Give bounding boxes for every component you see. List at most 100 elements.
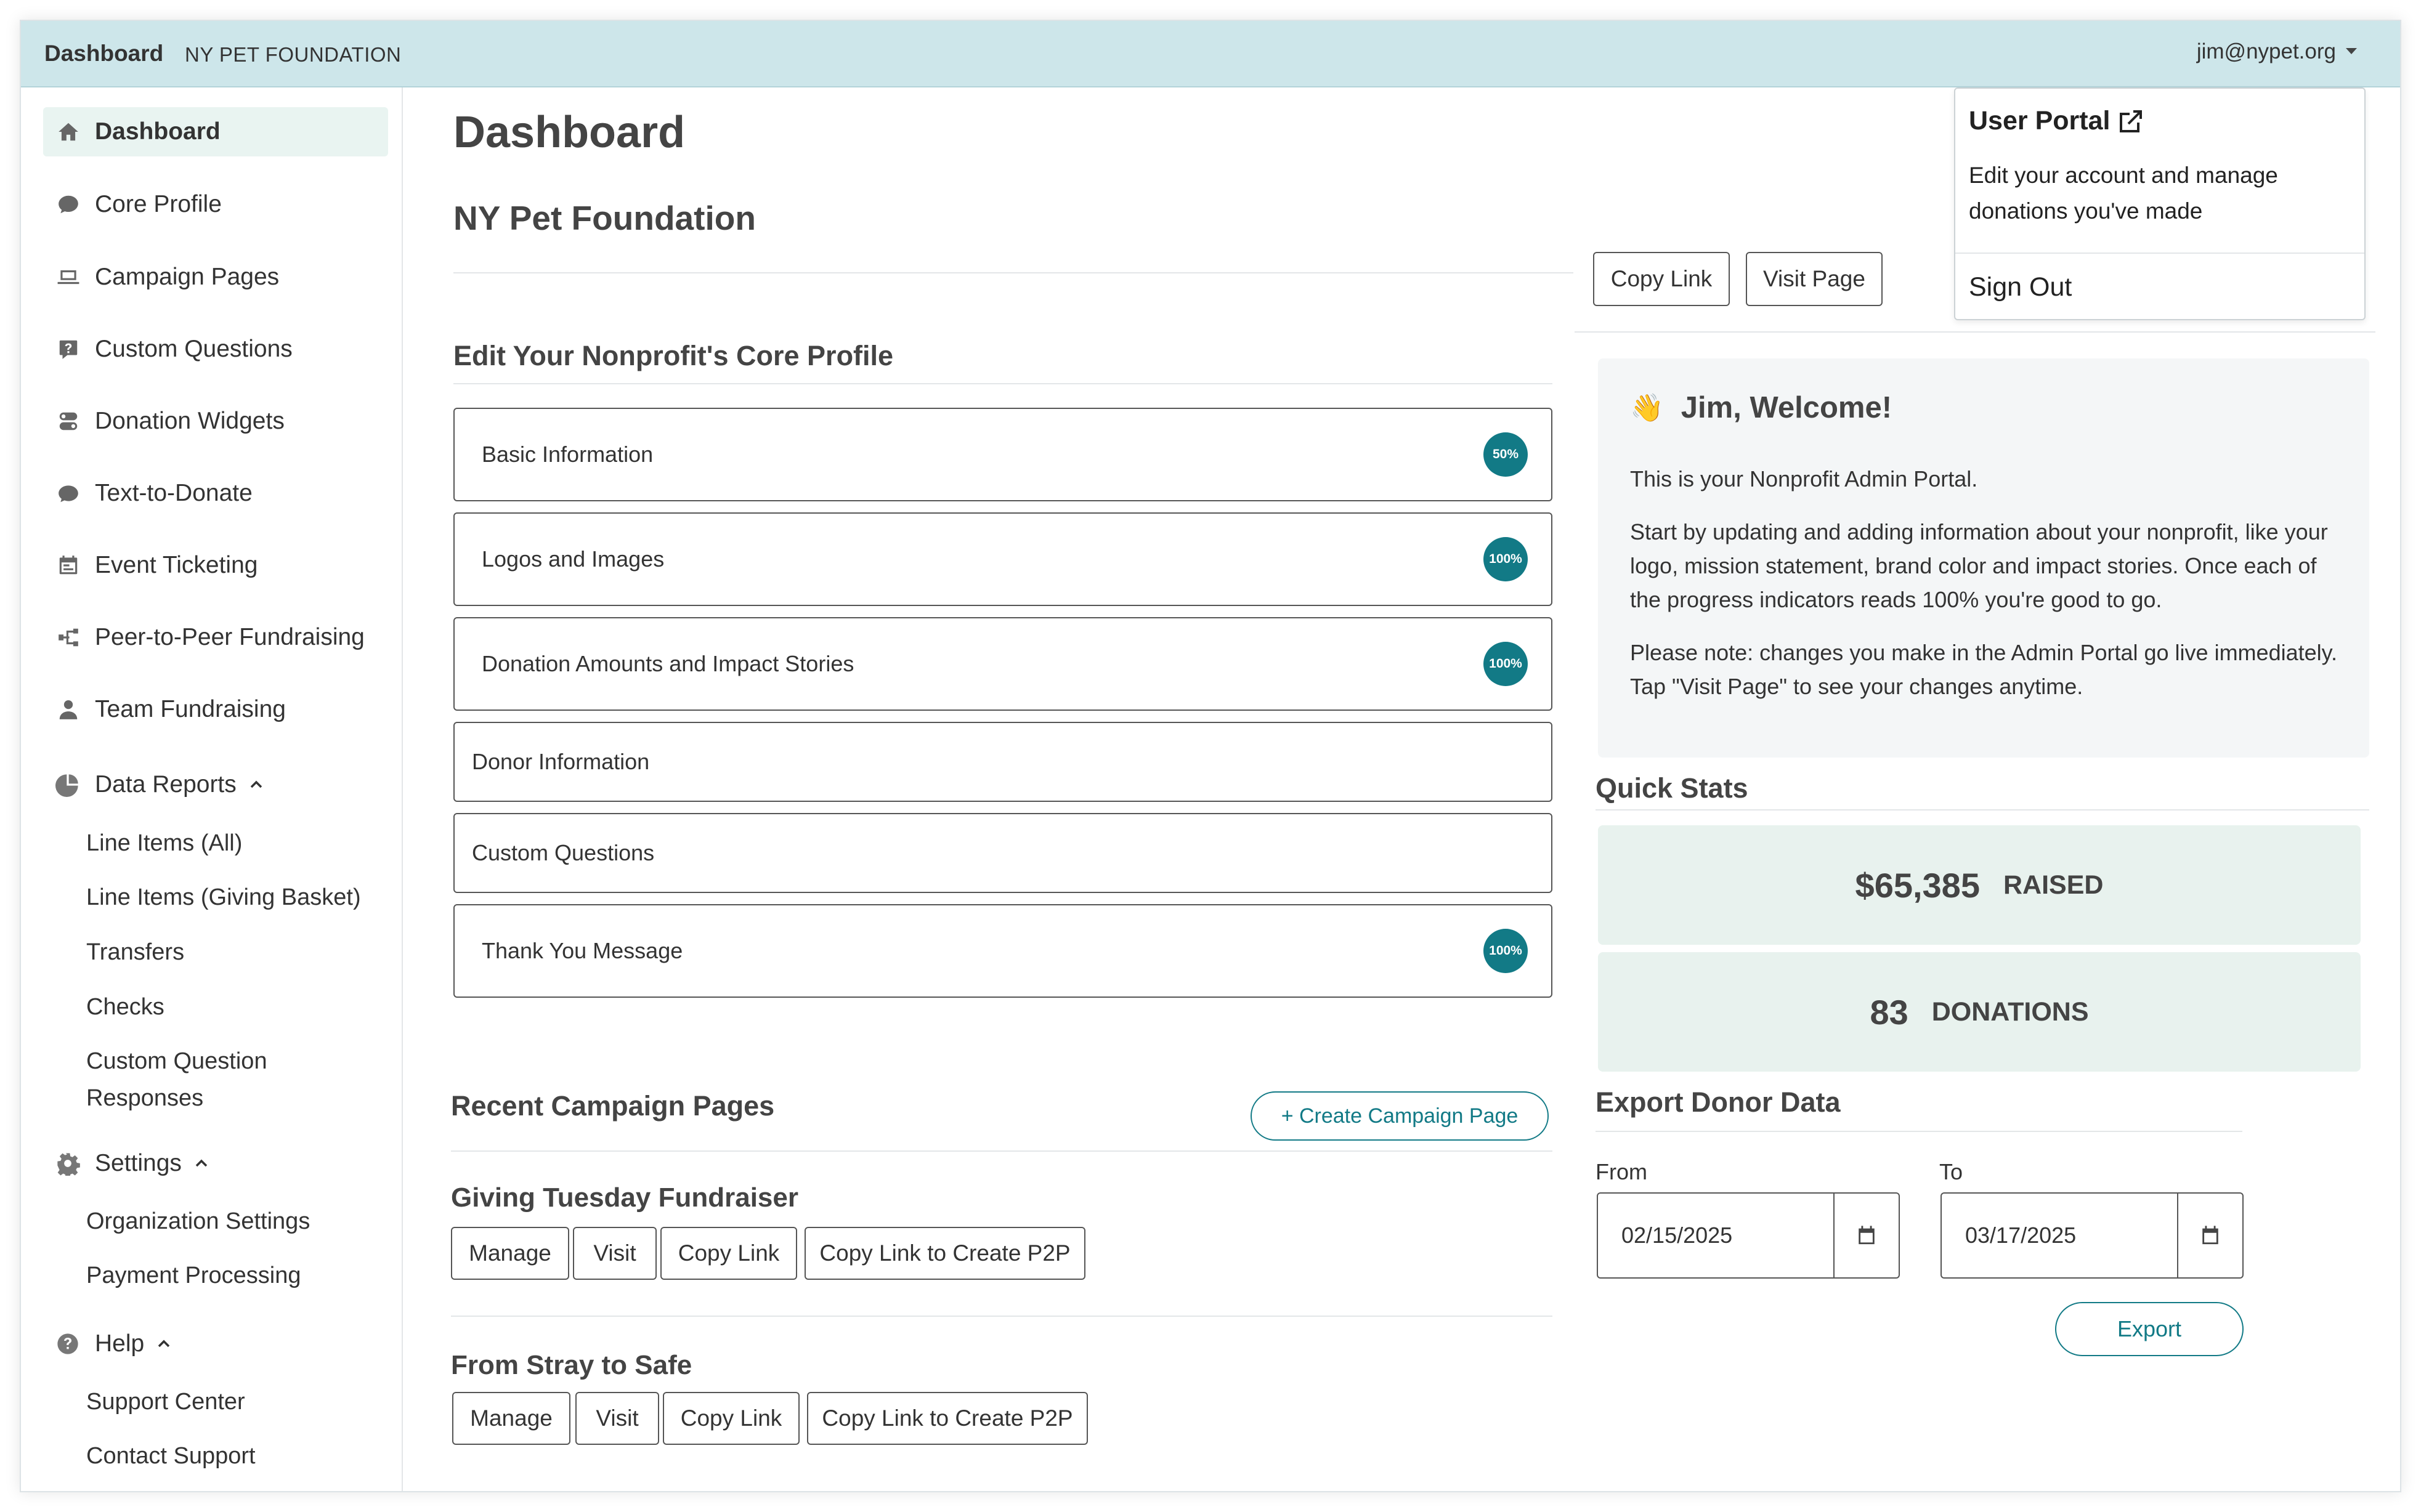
sidebar: Dashboard Core Profile Campaign Pages Cu… bbox=[21, 87, 403, 1491]
sidebar-sub-checks[interactable]: Checks bbox=[86, 988, 164, 1025]
divider bbox=[1955, 253, 2364, 254]
sidebar-section-help[interactable]: Help bbox=[54, 1330, 171, 1357]
sidebar-section-data-reports[interactable]: Data Reports bbox=[54, 771, 264, 798]
sidebar-item-label: Campaign Pages bbox=[95, 264, 280, 290]
stat-raised: $65,385 RAISED bbox=[1598, 825, 2361, 945]
stat-value: 83 bbox=[1870, 992, 1908, 1032]
org-title: NY Pet Foundation bbox=[453, 199, 756, 237]
sidebar-item-custom-questions[interactable]: Custom Questions bbox=[43, 325, 388, 374]
stat-label: DONATIONS bbox=[1931, 997, 2089, 1027]
chevron-up-icon bbox=[250, 780, 262, 788]
sidebar-item-label: Dashboard bbox=[95, 118, 221, 145]
laptop-icon bbox=[54, 263, 83, 291]
sidebar-sub-responses[interactable]: Responses bbox=[86, 1080, 203, 1117]
toggles-icon bbox=[54, 407, 83, 435]
copy-p2p-link-button[interactable]: Copy Link to Create P2P bbox=[807, 1392, 1088, 1445]
section-label: Settings bbox=[95, 1150, 182, 1176]
caret-down-icon bbox=[2346, 47, 2357, 54]
to-date-field[interactable]: 03/17/2025 bbox=[1940, 1192, 2244, 1279]
sidebar-item-label: Donation Widgets bbox=[95, 408, 285, 434]
divider bbox=[1596, 1131, 2242, 1132]
sign-out-link[interactable]: Sign Out bbox=[1969, 272, 2072, 302]
manage-button[interactable]: Manage bbox=[452, 1392, 570, 1445]
core-item-label: Donor Information bbox=[472, 749, 650, 774]
gear-icon bbox=[54, 1150, 81, 1177]
section-label: Help bbox=[95, 1330, 145, 1357]
sidebar-item-core-profile[interactable]: Core Profile bbox=[43, 180, 388, 229]
core-item-logos-images[interactable]: Logos and Images 100% bbox=[453, 512, 1552, 606]
stat-donations: 83 DONATIONS bbox=[1598, 952, 2361, 1072]
sidebar-sub-line-items-giving-basket[interactable]: Line Items (Giving Basket) bbox=[86, 879, 361, 916]
chevron-up-icon bbox=[158, 1340, 170, 1348]
sidebar-item-peer-to-peer[interactable]: Peer-to-Peer Fundraising bbox=[43, 613, 388, 662]
core-item-custom-questions[interactable]: Custom Questions bbox=[453, 813, 1552, 893]
copy-link-button[interactable]: Copy Link bbox=[1593, 252, 1730, 306]
sidebar-sub-contact-support[interactable]: Contact Support bbox=[86, 1437, 256, 1474]
user-menu-toggle[interactable]: jim@nypet.org bbox=[2197, 39, 2357, 64]
core-item-basic-information[interactable]: Basic Information 50% bbox=[453, 408, 1552, 501]
visit-button[interactable]: Visit bbox=[575, 1392, 659, 1445]
campaign-title: Giving Tuesday Fundraiser bbox=[451, 1183, 798, 1213]
calendar-icon[interactable] bbox=[2177, 1194, 2242, 1277]
create-campaign-page-button[interactable]: + Create Campaign Page bbox=[1251, 1091, 1549, 1141]
app-window: Dashboard NY PET FOUNDATION jim@nypet.or… bbox=[20, 20, 2401, 1492]
visit-button[interactable]: Visit bbox=[573, 1227, 657, 1280]
to-date-value: 03/17/2025 bbox=[1965, 1223, 2077, 1248]
sidebar-item-dashboard[interactable]: Dashboard bbox=[43, 107, 388, 156]
copy-link-button[interactable]: Copy Link bbox=[663, 1392, 800, 1445]
core-item-donation-amounts[interactable]: Donation Amounts and Impact Stories 100% bbox=[453, 617, 1552, 711]
sidebar-section-settings[interactable]: Settings bbox=[54, 1150, 209, 1177]
core-item-label: Basic Information bbox=[482, 442, 654, 467]
message-icon bbox=[54, 479, 83, 507]
sidebar-item-label: Team Fundraising bbox=[95, 696, 286, 722]
stat-value: $65,385 bbox=[1855, 865, 1980, 905]
external-link-icon bbox=[2120, 110, 2143, 132]
sidebar-item-text-to-donate[interactable]: Text-to-Donate bbox=[43, 469, 388, 518]
manage-button[interactable]: Manage bbox=[451, 1227, 569, 1280]
export-button[interactable]: Export bbox=[2055, 1302, 2244, 1356]
core-item-label: Thank You Message bbox=[482, 938, 683, 963]
export-heading: Export Donor Data bbox=[1596, 1086, 1841, 1118]
sidebar-sub-organization-settings[interactable]: Organization Settings bbox=[86, 1203, 310, 1240]
welcome-title: 👋 Jim, Welcome! bbox=[1630, 390, 1892, 425]
core-item-label: Donation Amounts and Impact Stories bbox=[482, 651, 854, 676]
person-icon bbox=[54, 695, 83, 724]
sidebar-sub-line-items-all[interactable]: Line Items (All) bbox=[86, 825, 242, 862]
progress-badge: 100% bbox=[1483, 642, 1528, 686]
sidebar-item-team-fundraising[interactable]: Team Fundraising bbox=[43, 685, 388, 734]
divider bbox=[1575, 331, 2375, 333]
sidebar-sub-support-center[interactable]: Support Center bbox=[86, 1383, 245, 1420]
brand-link[interactable]: Dashboard bbox=[44, 41, 163, 67]
sidebar-sub-payment-processing[interactable]: Payment Processing bbox=[86, 1257, 301, 1294]
sidebar-item-donation-widgets[interactable]: Donation Widgets bbox=[43, 397, 388, 446]
divider bbox=[451, 1316, 1552, 1317]
copy-p2p-link-button[interactable]: Copy Link to Create P2P bbox=[805, 1227, 1085, 1280]
user-portal-link[interactable]: User Portal bbox=[1969, 106, 2146, 136]
chevron-up-icon bbox=[195, 1159, 208, 1167]
recent-campaigns-heading: Recent Campaign Pages bbox=[451, 1090, 775, 1122]
question-square-icon bbox=[54, 335, 83, 363]
from-label: From bbox=[1596, 1159, 1647, 1184]
sidebar-item-campaign-pages[interactable]: Campaign Pages bbox=[43, 253, 388, 302]
sidebar-sub-transfers[interactable]: Transfers bbox=[86, 934, 184, 971]
welcome-paragraph: Please note: changes you make in the Adm… bbox=[1630, 640, 2337, 699]
progress-badge: 100% bbox=[1483, 537, 1528, 581]
org-name: NY PET FOUNDATION bbox=[185, 43, 402, 66]
sidebar-sub-custom-question[interactable]: Custom Question bbox=[86, 1043, 267, 1080]
calendar-icon[interactable] bbox=[1833, 1194, 1899, 1277]
help-circle-icon bbox=[54, 1330, 81, 1357]
section-label: Data Reports bbox=[95, 771, 237, 798]
core-item-thank-you-message[interactable]: Thank You Message 100% bbox=[453, 904, 1552, 998]
sidebar-item-label: Core Profile bbox=[95, 191, 222, 217]
copy-link-button[interactable]: Copy Link bbox=[660, 1227, 797, 1280]
pie-chart-icon bbox=[54, 771, 81, 798]
from-date-field[interactable]: 02/15/2025 bbox=[1597, 1192, 1900, 1279]
sidebar-item-label: Peer-to-Peer Fundraising bbox=[95, 624, 365, 650]
sidebar-item-label: Event Ticketing bbox=[95, 552, 258, 578]
visit-page-button[interactable]: Visit Page bbox=[1746, 252, 1883, 306]
welcome-panel: 👋 Jim, Welcome! This is your Nonprofit A… bbox=[1598, 358, 2369, 758]
sidebar-item-event-ticketing[interactable]: Event Ticketing bbox=[43, 541, 388, 590]
core-item-donor-information[interactable]: Donor Information bbox=[453, 722, 1552, 802]
progress-badge: 50% bbox=[1483, 432, 1528, 477]
dropdown-description: Edit your account and manage donations y… bbox=[1969, 163, 2278, 224]
